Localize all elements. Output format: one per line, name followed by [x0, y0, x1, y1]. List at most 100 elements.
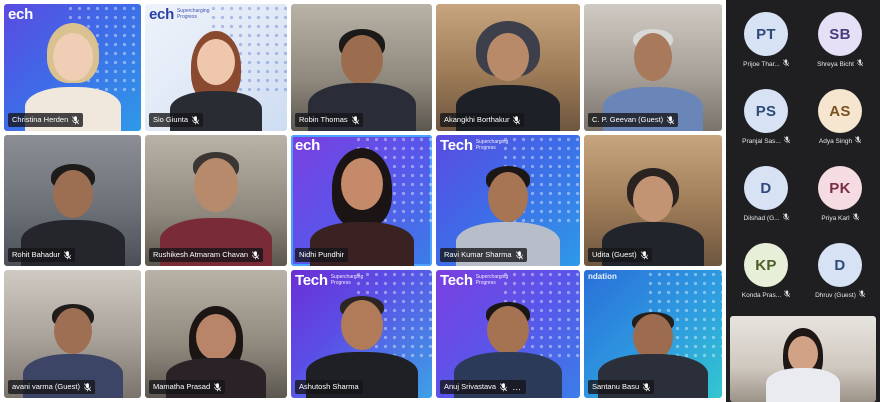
participant-name: Ravi Kumar Sharma: [444, 250, 512, 259]
participant-name: Robin Thomas: [299, 115, 348, 124]
mic-muted-icon: [782, 213, 789, 223]
participant-name: Akangkhi Borthakur: [444, 115, 510, 124]
participant-chip-label: Shreya Bicht: [807, 59, 873, 69]
avatar: SB: [818, 12, 862, 56]
mic-muted-icon: [784, 290, 791, 300]
avatar: PT: [744, 12, 788, 56]
participant-name-tag: Nidhi Pundhir: [295, 248, 349, 262]
participant-name-tag: Sio Giunta: [149, 113, 204, 127]
more-options-icon[interactable]: …: [512, 382, 522, 392]
participant-chip-label: Pranjal Sas...: [733, 136, 799, 146]
mic-muted-icon: [640, 250, 648, 259]
mic-muted-icon: [500, 382, 508, 391]
participant-chip[interactable]: PS Pranjal Sas...: [730, 79, 802, 151]
participant-name: Rushikesh Atmaram Chavan: [153, 250, 249, 259]
participant-name: Christina Herden: [12, 115, 69, 124]
participant-sidebar[interactable]: PT Prijoe Thar... SB Shreya Bicht PS Pranjal …: [726, 0, 880, 402]
video-tile-active-speaker[interactable]: ech Nidhi Pundhir: [291, 135, 432, 266]
participant-name: Priya Karl: [821, 214, 850, 222]
participant-name: Shreya Bicht: [817, 60, 854, 68]
participant-chip[interactable]: AS Adya Singh: [804, 79, 876, 151]
video-tile[interactable]: Tech Supercharging Progress Anuj Srivasta…: [436, 270, 580, 398]
mic-muted-icon: [83, 382, 91, 391]
video-tile[interactable]: ech Christina Herden: [4, 4, 141, 131]
participant-name: Udita (Guest): [592, 250, 637, 259]
mic-muted-icon: [513, 115, 521, 124]
mic-muted-icon: [643, 382, 651, 391]
participant-name: avani varma (Guest): [12, 382, 80, 391]
video-tile[interactable]: Robin Thomas: [291, 4, 432, 131]
brand-logo: ndation: [588, 272, 617, 281]
participant-name: Dilshad (G...: [743, 214, 780, 222]
participant-name-tag: Rohit Bahadur: [8, 248, 75, 262]
participant-chip[interactable]: D Dilshad (G...: [730, 156, 802, 228]
video-tile[interactable]: ech Supercharging Progress Sio Giunta: [145, 4, 287, 131]
participant-name-tag: Anuj Srivastava …: [440, 380, 526, 394]
video-tile[interactable]: avani varma (Guest): [4, 270, 141, 398]
participant-name-tag: avani varma (Guest): [8, 380, 95, 394]
participant-chip-label: Adya Singh: [807, 136, 873, 146]
participant-name-tag: Robin Thomas: [295, 113, 363, 127]
mic-muted-icon: [782, 59, 789, 69]
participant-name-tag: Rushikesh Atmaram Chavan: [149, 248, 264, 262]
participant-name: Ashutosh Sharma: [299, 382, 359, 391]
brand-logo: ech Supercharging Progress: [149, 6, 210, 23]
participant-name: Anuj Srivastava: [444, 382, 497, 391]
mic-muted-icon: [667, 115, 675, 124]
participant-name-tag: C. P. Geevan (Guest): [588, 113, 679, 127]
self-view-video[interactable]: [730, 316, 876, 402]
participant-chip-label: Priya Karl: [807, 213, 873, 223]
video-tile[interactable]: Akangkhi Borthakur: [436, 4, 580, 131]
participant-chip-label: Prijoe Thar...: [733, 59, 799, 69]
participant-chip[interactable]: KP Konda Pras...: [730, 233, 802, 305]
mic-muted-icon: [858, 290, 865, 300]
mic-muted-icon: [855, 136, 862, 146]
participant-name: C. P. Geevan (Guest): [592, 115, 664, 124]
participant-name: Konda Pras...: [741, 291, 782, 299]
avatar: AS: [818, 89, 862, 133]
participant-chip[interactable]: SB Shreya Bicht: [804, 2, 876, 74]
participant-name-tag: Akangkhi Borthakur: [440, 113, 525, 127]
participant-name: Dhruv (Guest): [815, 291, 856, 299]
video-tile[interactable]: Rohit Bahadur: [4, 135, 141, 266]
mic-muted-icon: [852, 213, 859, 223]
participant-chip-label: Dilshad (G...: [733, 213, 799, 223]
participant-name: Prijoe Thar...: [743, 60, 780, 68]
brand-logo: ech: [8, 6, 33, 23]
video-tile[interactable]: Mamatha Prasad: [145, 270, 287, 398]
video-tile[interactable]: C. P. Geevan (Guest): [584, 4, 722, 131]
video-tile[interactable]: Tech Supercharging Progress Ravi Kumar Sh…: [436, 135, 580, 266]
avatar: D: [744, 166, 788, 210]
video-tile[interactable]: Tech Supercharging Progress Ashutosh Shar…: [291, 270, 432, 398]
participant-name-tag: Mamatha Prasad: [149, 380, 226, 394]
participant-name-tag: Udita (Guest): [588, 248, 652, 262]
participant-name: Adya Singh: [818, 137, 853, 145]
participant-name-tag: Ravi Kumar Sharma: [440, 248, 527, 262]
mic-muted-icon: [192, 115, 200, 124]
participant-name: Nidhi Pundhir: [299, 250, 345, 259]
participant-name: Mamatha Prasad: [153, 382, 211, 391]
mic-muted-icon: [515, 250, 523, 259]
participant-chip[interactable]: PT Prijoe Thar...: [730, 2, 802, 74]
participant-video: [763, 328, 843, 402]
brand-logo: Tech Supercharging Progress: [440, 137, 509, 154]
avatar: KP: [744, 243, 788, 287]
video-tile[interactable]: ndation Santanu Basu: [584, 270, 722, 398]
brand-logo: Tech Supercharging Progress: [295, 272, 364, 289]
participant-name-tag: Christina Herden: [8, 113, 84, 127]
video-tile[interactable]: Udita (Guest): [584, 135, 722, 266]
mic-muted-icon: [252, 250, 260, 259]
participant-chip[interactable]: D Dhruv (Guest): [804, 233, 876, 305]
mic-muted-icon: [63, 250, 71, 259]
mic-muted-icon: [783, 136, 790, 146]
participant-chip[interactable]: PK Priya Karl: [804, 156, 876, 228]
brand-logo: Tech Supercharging Progress: [440, 272, 509, 289]
mic-muted-icon: [351, 115, 359, 124]
mic-muted-icon: [214, 382, 222, 391]
video-tile[interactable]: Rushikesh Atmaram Chavan: [145, 135, 287, 266]
avatar: PS: [744, 89, 788, 133]
avatar: PK: [818, 166, 862, 210]
participant-name-tag: Santanu Basu: [588, 380, 655, 394]
participant-chip-label: Konda Pras...: [733, 290, 799, 300]
mic-muted-icon: [856, 59, 863, 69]
